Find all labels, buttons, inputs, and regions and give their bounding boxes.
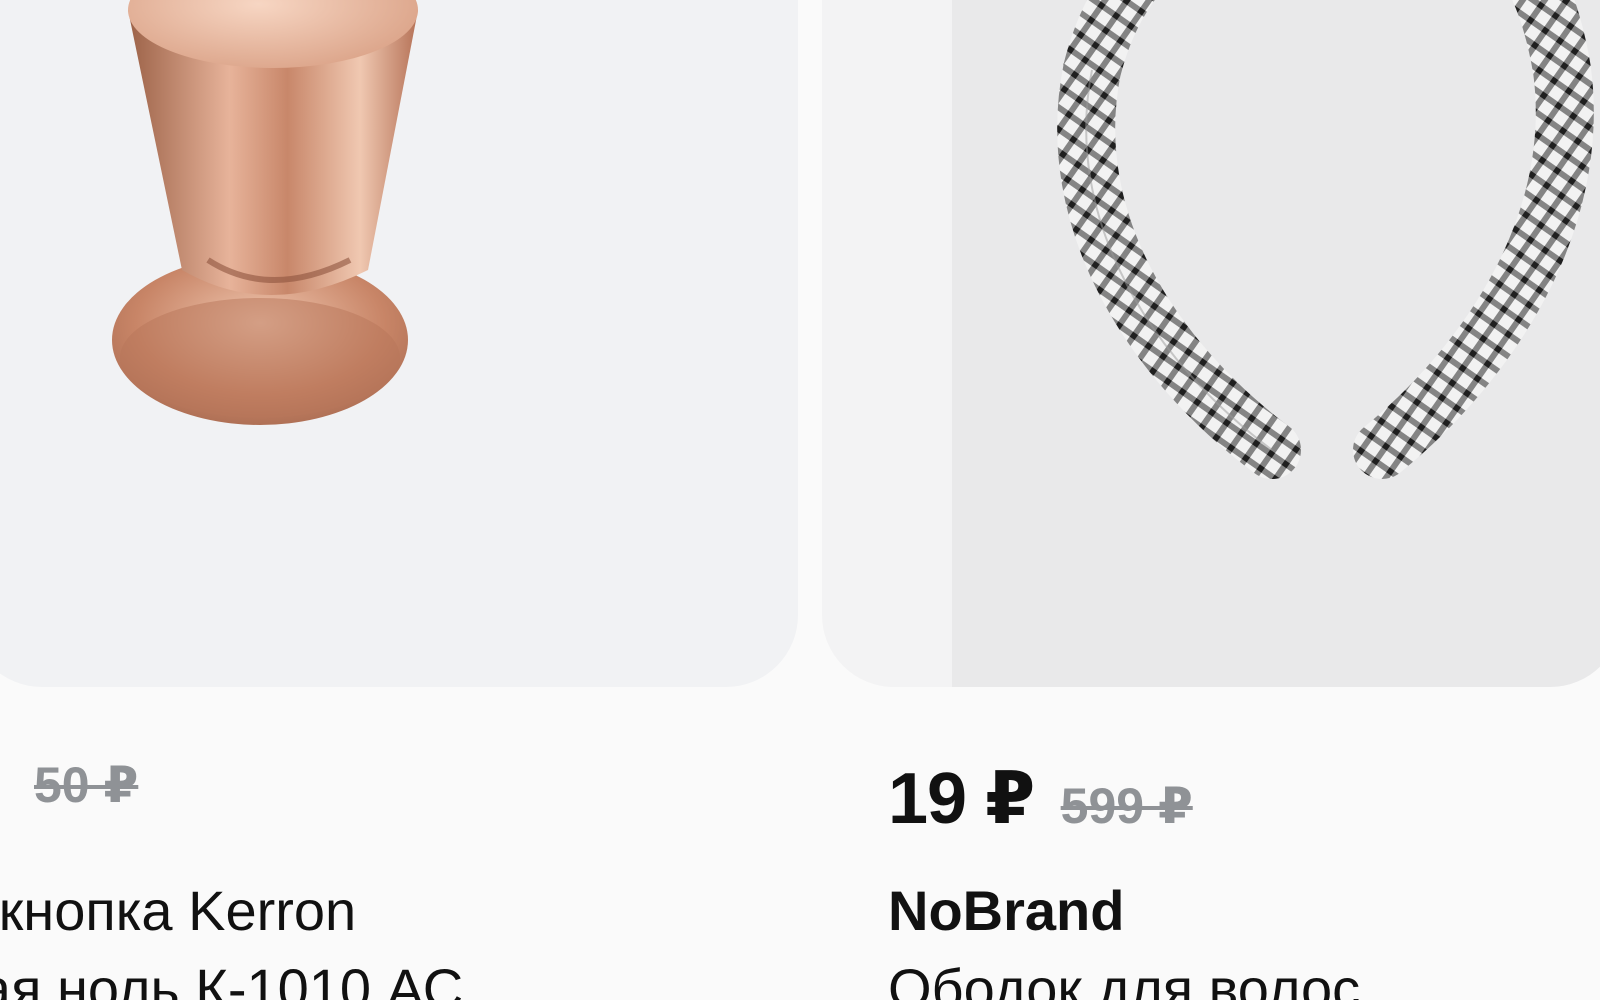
product-brand[interactable]: NoBrand [888, 878, 1124, 943]
product-title[interactable]: а-кнопка Kerron [0, 878, 356, 943]
current-price: 19 ₽ [888, 759, 1035, 839]
old-price: 50 ₽ [34, 757, 139, 813]
product-subtitle[interactable]: ная ноль К-1010 АС [0, 956, 463, 1000]
product-grid: 50 ₽ а-кнопка Kerron ная ноль К-1010 АС [0, 0, 1600, 1000]
old-price: 599 ₽ [1060, 778, 1193, 834]
product-card-headband[interactable]: 19 ₽ 599 ₽ NoBrand Ободок для волос [822, 0, 1600, 1000]
product-image-knob[interactable] [0, 0, 798, 687]
price-row: 50 ₽ [12, 756, 138, 836]
product-card-knob[interactable]: 50 ₽ а-кнопка Kerron ная ноль К-1010 АС [0, 0, 798, 1000]
price-row: 19 ₽ 599 ₽ [888, 756, 1193, 839]
knob-icon [112, 0, 418, 425]
product-title[interactable]: Ободок для волос [888, 956, 1360, 1000]
product-image-headband[interactable] [822, 0, 1600, 687]
headband-icon [1057, 0, 1594, 479]
